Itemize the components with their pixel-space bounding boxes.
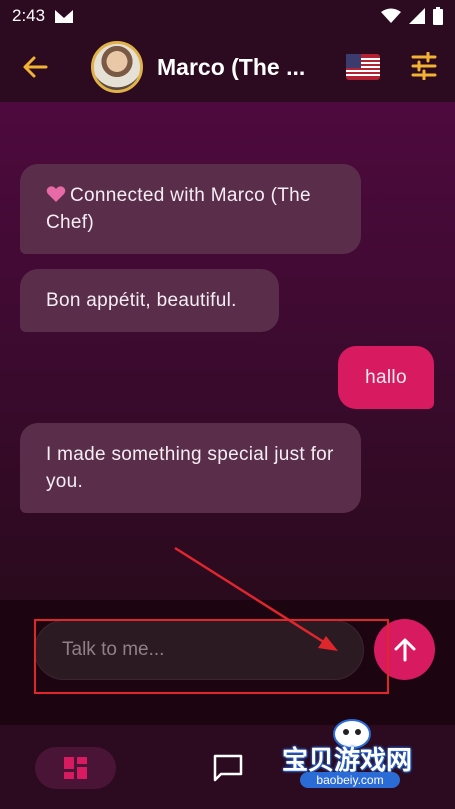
message-input-placeholder: Talk to me... (62, 639, 165, 660)
arrow-up-icon (394, 638, 415, 661)
status-bar: 2:43 (0, 0, 455, 32)
message-bubble-incoming: I made something special just for you. (20, 423, 361, 513)
status-icons (381, 7, 443, 25)
bottom-navigation (0, 725, 455, 809)
status-time: 2:43 (12, 6, 46, 25)
chat-header: Marco (The ... (0, 32, 455, 102)
message-text: Bon appétit, beautiful. (46, 290, 237, 311)
avatar[interactable] (91, 41, 143, 93)
heart-icon (46, 186, 66, 202)
chat-bubble-icon[interactable] (212, 753, 244, 783)
nav-dashboard[interactable] (35, 747, 116, 789)
battery-icon (433, 7, 443, 25)
message-bubble-incoming: Bon appétit, beautiful. (20, 269, 279, 332)
dashboard-icon (63, 757, 87, 779)
send-button[interactable] (374, 619, 435, 680)
message-bubble-outgoing: hallo (338, 346, 434, 409)
message-bubble-incoming: Connected with Marco (The Chef) (20, 164, 361, 254)
message-input[interactable]: Talk to me... (34, 620, 364, 680)
page-title[interactable]: Marco (The ... (157, 54, 322, 81)
message-text: I made something special just for you. (46, 444, 334, 492)
mail-icon (55, 9, 74, 23)
composer-bar: Talk to me... (0, 600, 455, 725)
message-text: hallo (365, 367, 407, 388)
wifi-icon (381, 8, 401, 23)
us-flag-icon[interactable] (346, 54, 380, 80)
back-arrow-icon[interactable] (20, 52, 50, 82)
tune-settings-icon[interactable] (410, 52, 438, 80)
chat-thread[interactable]: Connected with Marco (The Chef) Bon appé… (0, 102, 455, 600)
message-text: Connected with Marco (The Chef) (46, 185, 311, 233)
signal-icon (409, 8, 425, 24)
